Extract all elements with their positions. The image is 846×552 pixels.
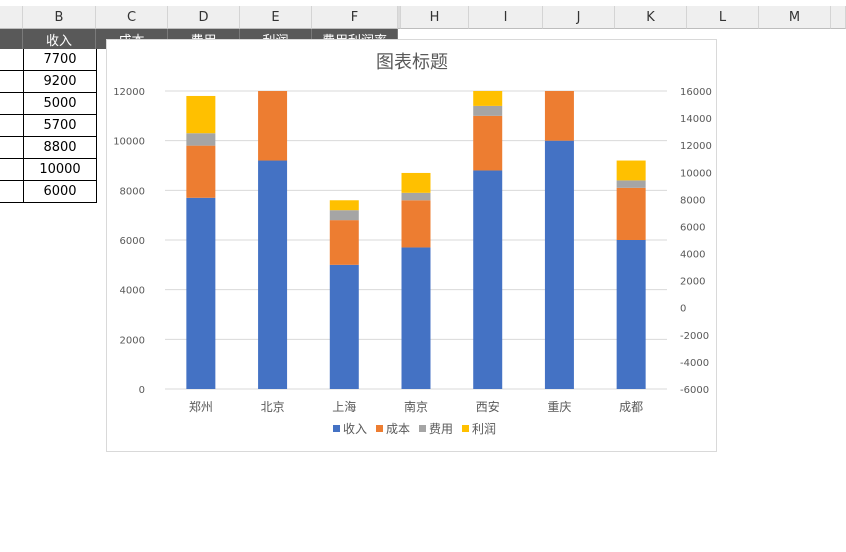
column-header-f[interactable]: F: [312, 6, 398, 29]
legend-label[interactable]: 利润: [472, 422, 496, 436]
column-header-k[interactable]: K: [615, 6, 687, 29]
income-cell[interactable]: 10000: [23, 159, 97, 181]
right-axis-tick-label: 4000: [680, 250, 705, 261]
category-label: 南京: [404, 399, 428, 414]
right-axis-tick-label: -6000: [680, 385, 709, 396]
bar-segment[interactable]: [616, 187, 646, 240]
bar-segment[interactable]: [401, 192, 431, 201]
bar-segment[interactable]: [186, 133, 216, 146]
cell-a4[interactable]: [0, 93, 24, 115]
left-axis-tick-label: 8000: [120, 186, 145, 197]
column-header-d[interactable]: D: [168, 6, 240, 29]
right-axis-ticks: -6000 -4000 -2000 0 2000 4000 6000 8000 10000 120…: [680, 87, 712, 396]
legend-label[interactable]: 收入: [343, 422, 367, 436]
right-axis-tick-label: 12000: [680, 141, 712, 152]
left-axis-tick-label: 4000: [120, 286, 145, 297]
cell-a7[interactable]: [0, 159, 24, 181]
left-axis-tick-label: 10000: [113, 137, 145, 148]
bar-segment[interactable]: [186, 145, 216, 198]
category-axis-labels: 郑州 北京 上海 南京 西安 重庆 成都: [189, 399, 643, 414]
bar-segment[interactable]: [544, 91, 574, 141]
column-header-j[interactable]: J: [543, 6, 615, 29]
bar-segment[interactable]: [329, 200, 359, 211]
cell-a3[interactable]: [0, 71, 24, 93]
column-header-h[interactable]: H: [401, 6, 469, 29]
bar-segment[interactable]: [329, 210, 359, 221]
bar-segment[interactable]: [401, 172, 431, 193]
right-axis-tick-label: -4000: [680, 358, 709, 369]
bar-segment[interactable]: [544, 140, 574, 389]
right-axis-tick-label: 8000: [680, 195, 705, 206]
right-axis-tick-label: 0: [680, 304, 686, 315]
category-label: 成都: [619, 400, 643, 414]
bar-segment[interactable]: [616, 180, 646, 188]
income-cell[interactable]: 5700: [23, 115, 97, 137]
legend-swatch: [376, 425, 383, 432]
bar-segment[interactable]: [401, 200, 431, 248]
legend-label[interactable]: 费用: [429, 422, 453, 436]
bar-segment[interactable]: [329, 220, 359, 265]
bar-segment[interactable]: [616, 240, 646, 389]
bar-segment[interactable]: [616, 160, 646, 181]
income-cell[interactable]: 8800: [23, 137, 97, 159]
right-axis-tick-label: 16000: [680, 87, 712, 98]
right-axis-tick-label: 6000: [680, 222, 705, 233]
bar-segment[interactable]: [186, 197, 216, 389]
category-label: 上海: [332, 399, 356, 414]
cell-a2[interactable]: [0, 49, 24, 71]
header-cell-a[interactable]: [0, 29, 23, 49]
chart-title[interactable]: 图表标题: [376, 52, 448, 73]
right-axis-tick-label: -2000: [680, 331, 709, 342]
column-header-b[interactable]: B: [23, 6, 96, 29]
category-label: 郑州: [189, 399, 213, 414]
chart-legend[interactable]: 收入 成本 费用 利润: [333, 422, 496, 436]
legend-swatch: [419, 425, 426, 432]
right-axis-tick-label: 2000: [680, 277, 705, 288]
legend-label[interactable]: 成本: [386, 422, 410, 436]
column-header-l[interactable]: L: [687, 6, 759, 29]
left-axis-tick-label: 6000: [120, 236, 145, 247]
category-label: 北京: [261, 400, 285, 414]
stacked-column-chart[interactable]: 图表标题 0 2000 4000 6000 8000 10000 12000 -6000 -4…: [106, 39, 717, 452]
bar-segment[interactable]: [329, 264, 359, 389]
right-axis-tick-label: 14000: [680, 114, 712, 125]
cell-a5[interactable]: [0, 115, 24, 137]
bar-segment[interactable]: [473, 170, 503, 389]
income-cell[interactable]: 7700: [23, 49, 97, 71]
column-header-c[interactable]: C: [96, 6, 168, 29]
income-cell[interactable]: 5000: [23, 93, 97, 115]
legend-swatch: [462, 425, 469, 432]
left-axis-ticks: 0 2000 4000 6000 8000 10000 12000: [113, 87, 145, 396]
bar-segment[interactable]: [258, 160, 288, 389]
bar-segment[interactable]: [258, 91, 288, 161]
income-cell[interactable]: 6000: [23, 181, 97, 203]
income-cell[interactable]: 9200: [23, 71, 97, 93]
bar-segment[interactable]: [473, 105, 503, 116]
category-label: 西安: [476, 399, 500, 414]
column-header-e[interactable]: E: [240, 6, 312, 29]
column-header-m[interactable]: M: [759, 6, 831, 29]
bar-segment[interactable]: [186, 95, 216, 134]
legend-swatch: [333, 425, 340, 432]
bar-segment[interactable]: [401, 247, 431, 389]
right-axis-tick-label: 10000: [680, 168, 712, 179]
left-axis-tick-label: 12000: [113, 87, 145, 98]
left-axis-tick-label: 0: [139, 385, 145, 396]
header-cell-income[interactable]: 收入: [23, 29, 96, 49]
column-header-i[interactable]: I: [469, 6, 543, 29]
cell-a6[interactable]: [0, 137, 24, 159]
bar-segment[interactable]: [473, 115, 503, 171]
category-label: 重庆: [547, 400, 571, 414]
column-header-a[interactable]: [0, 6, 23, 29]
chart-canvas: 图表标题 0 2000 4000 6000 8000 10000 12000 -6000 -4…: [113, 52, 712, 436]
column-header-n[interactable]: [831, 6, 846, 29]
left-axis-tick-label: 2000: [120, 335, 145, 346]
cell-a8[interactable]: [0, 181, 24, 203]
bar-segment[interactable]: [473, 91, 503, 106]
